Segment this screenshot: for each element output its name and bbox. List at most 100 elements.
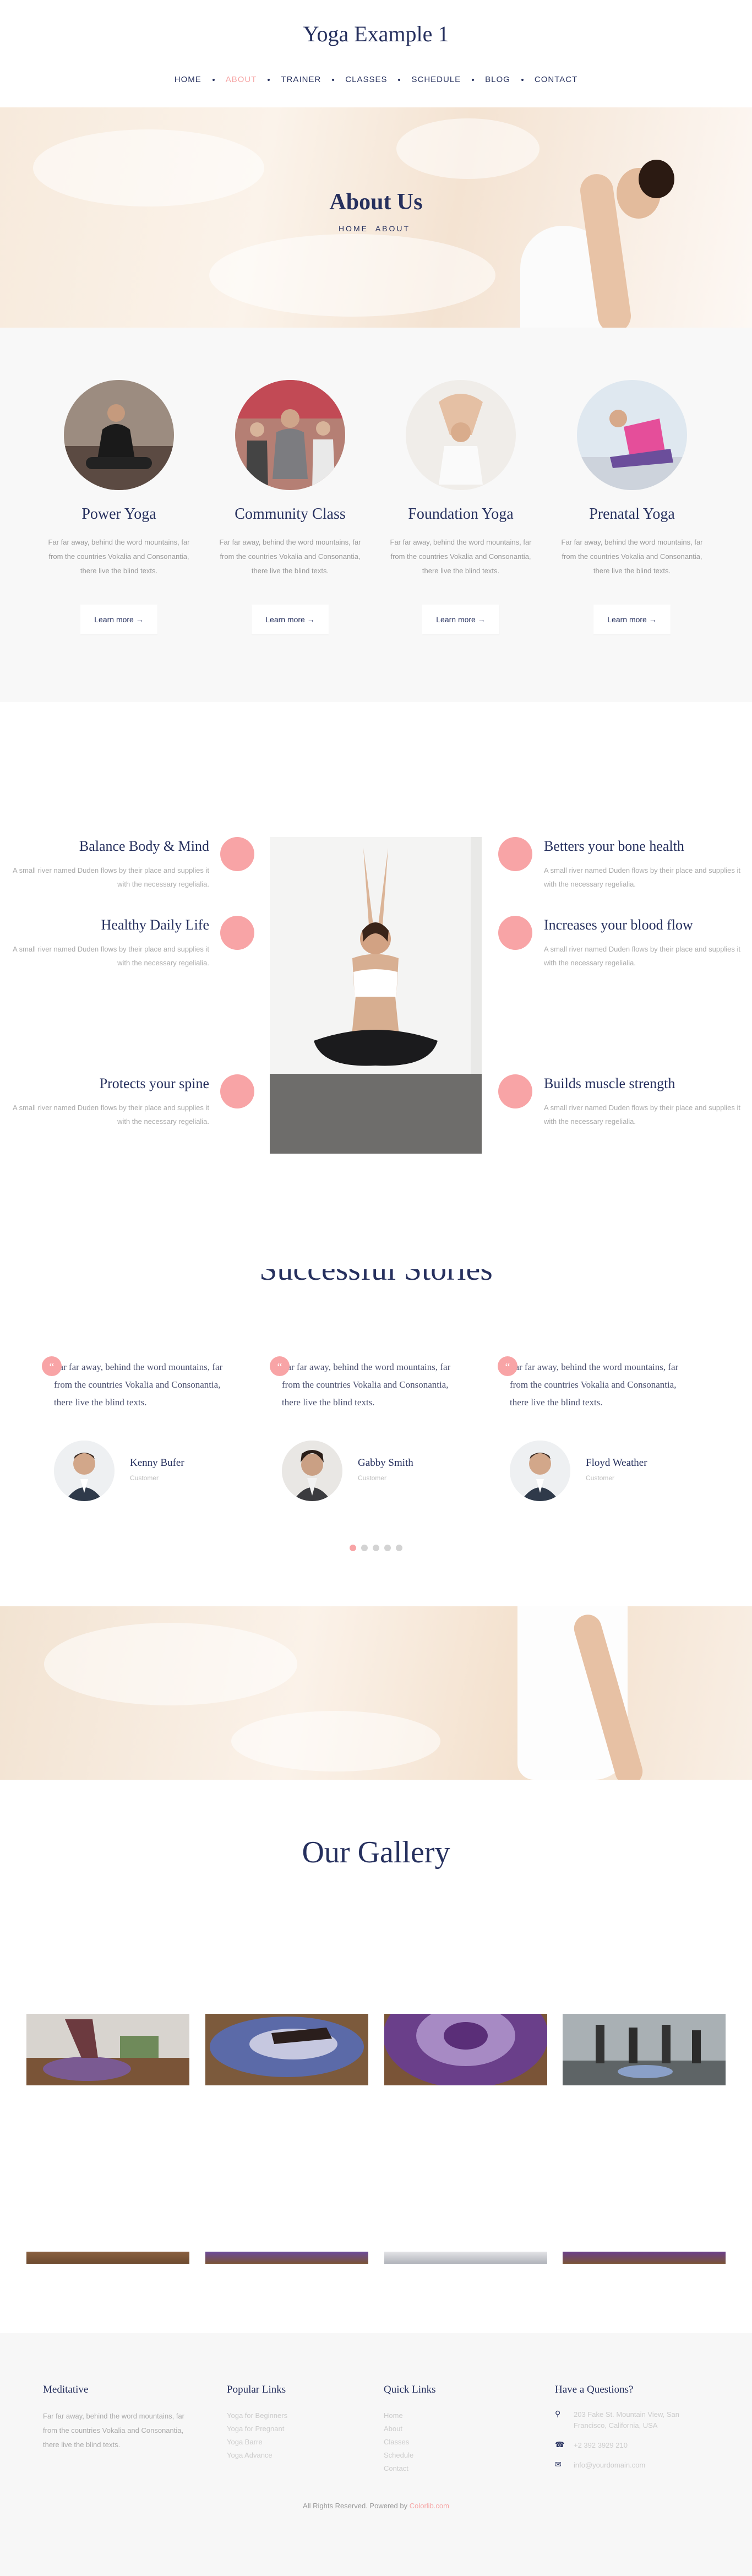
class-description: Far far away, behind the word mountains,… xyxy=(219,538,361,575)
section-title: Our Gallery xyxy=(302,1835,450,1869)
contact-address: ⚲ 203 Fake St. Mountain View, San Franci… xyxy=(555,2409,709,2431)
nav-about[interactable]: ABOUT xyxy=(215,75,268,84)
arrow-right-icon: → xyxy=(135,615,144,624)
carousel-dot[interactable] xyxy=(373,1545,379,1551)
avatar xyxy=(510,1441,570,1501)
footer-heading: Popular Links xyxy=(227,2384,286,2395)
contact-email: ✉ info@yourdomain.com xyxy=(555,2460,709,2471)
email-link[interactable]: info@yourdomain.com xyxy=(574,2460,689,2471)
benefit-description: A small river named Duden flows by their… xyxy=(13,866,209,888)
classes-section: Power Yoga Far far away, behind the word… xyxy=(0,328,752,702)
footer-quick-links: Quick Links Home About Classes Schedule … xyxy=(384,2384,494,2475)
gallery-image[interactable] xyxy=(205,2252,368,2264)
meditation-photo xyxy=(270,837,482,1154)
gallery-image[interactable] xyxy=(205,2014,368,2085)
phone-link[interactable]: +2 392 3929 210 xyxy=(574,2440,689,2451)
footer-link[interactable]: Yoga for Pregnant xyxy=(227,2425,284,2433)
contact-phone: ☎ +2 392 3929 210 xyxy=(555,2440,709,2451)
breadcrumb-home[interactable]: HOME xyxy=(339,224,368,233)
nav-classes[interactable]: CLASSES xyxy=(334,75,398,84)
carousel-dot[interactable] xyxy=(384,1545,391,1551)
footer-link[interactable]: Home xyxy=(384,2411,403,2420)
testimonial-card: “ Far far away, behind the word mountain… xyxy=(270,1356,469,1501)
button-label: Learn more xyxy=(94,615,134,624)
nav-home[interactable]: HOME xyxy=(164,75,212,84)
footer-link[interactable]: Contact xyxy=(384,2464,408,2472)
benefit-title: Increases your blood flow xyxy=(544,917,693,933)
gallery-image[interactable] xyxy=(26,2252,189,2264)
customer-role: Customer xyxy=(358,1474,387,1482)
class-card: Prenatal Yoga Far far away, behind the w… xyxy=(555,380,709,634)
nav-contact[interactable]: CONTACT xyxy=(524,75,588,84)
benefit-dot-icon xyxy=(498,837,532,871)
footer-link[interactable]: About xyxy=(384,2425,402,2433)
main-nav: HOME ABOUT TRAINER CLASSES SCHEDULE BLOG… xyxy=(0,75,752,84)
copyright: All Rights Reserved. Powered by Colorlib… xyxy=(0,2502,752,2510)
footer-link[interactable]: Yoga Barre xyxy=(227,2438,263,2446)
footer-about: Meditative Far far away, behind the word… xyxy=(43,2384,197,2452)
footer-link[interactable]: Classes xyxy=(384,2438,409,2446)
carousel-dot[interactable] xyxy=(350,1545,356,1551)
gallery-image[interactable] xyxy=(384,2252,547,2264)
breadcrumb: HOME ABOUT xyxy=(0,224,752,233)
site-header: Yoga Example 1 HOME ABOUT TRAINER CLASSE… xyxy=(0,0,752,107)
gallery-image[interactable] xyxy=(26,2014,189,2085)
benefit-item: Increases your blood flow A small river … xyxy=(544,916,752,970)
gallery-image[interactable] xyxy=(563,2252,726,2264)
gallery-image[interactable] xyxy=(563,2014,726,2085)
testimonial-card: “ Far far away, behind the word mountain… xyxy=(42,1356,241,1501)
gallery-image[interactable] xyxy=(384,2014,547,2085)
class-photo xyxy=(235,380,345,490)
benefit-title: Balance Body & Mind xyxy=(79,838,209,854)
avatar xyxy=(54,1441,115,1501)
map-marker-icon: ⚲ xyxy=(555,2409,561,2418)
benefit-dot-icon xyxy=(220,916,254,950)
nav-trainer[interactable]: TRAINER xyxy=(270,75,332,84)
quote-icon: “ xyxy=(42,1356,62,1376)
button-label: Learn more xyxy=(436,615,476,624)
powered-by-link[interactable]: Colorlib.com xyxy=(410,2502,449,2510)
nav-schedule[interactable]: SCHEDULE xyxy=(400,75,472,84)
customer-name: Floyd Weather xyxy=(586,1457,647,1469)
testimonial-text: Far far away, behind the word mountains,… xyxy=(282,1362,451,1407)
benefit-item: Betters your bone health A small river n… xyxy=(544,837,752,891)
cloud-shape xyxy=(209,234,495,317)
copyright-text: All Rights Reserved. Powered by xyxy=(303,2502,408,2510)
quote-icon: “ xyxy=(270,1356,290,1376)
parallax-banner xyxy=(0,1606,752,1780)
learn-more-button[interactable]: Learn more → xyxy=(593,605,671,634)
cloud-shape xyxy=(231,1711,440,1771)
class-description: Far far away, behind the word mountains,… xyxy=(561,538,703,575)
learn-more-button[interactable]: Learn more → xyxy=(422,605,499,634)
brand-logo[interactable]: Yoga Example 1 xyxy=(0,21,752,47)
footer-link[interactable]: Schedule xyxy=(384,2451,413,2459)
class-photo xyxy=(577,380,687,490)
carousel-dot[interactable] xyxy=(396,1545,402,1551)
button-label: Learn more xyxy=(607,615,647,624)
footer-link[interactable]: Yoga Advance xyxy=(227,2451,273,2459)
benefit-dot-icon xyxy=(498,1074,532,1108)
footer-heading: Meditative xyxy=(43,2384,89,2395)
class-photo xyxy=(406,380,516,490)
learn-more-button[interactable]: Learn more → xyxy=(252,605,329,634)
benefit-dot-icon xyxy=(498,916,532,950)
quote-icon: “ xyxy=(498,1356,517,1376)
learn-more-button[interactable]: Learn more → xyxy=(80,605,157,634)
cloud-shape xyxy=(44,1623,297,1705)
footer-heading: Have a Questions? xyxy=(555,2384,634,2395)
customer-role: Customer xyxy=(586,1474,615,1482)
benefit-description: A small river named Duden flows by their… xyxy=(544,945,740,967)
address-text: 203 Fake St. Mountain View, San Francisc… xyxy=(574,2410,679,2430)
benefit-item: Healthy Daily Life A small river named D… xyxy=(0,916,209,970)
benefit-item: Protects your spine A small river named … xyxy=(0,1074,209,1128)
footer-link[interactable]: Yoga for Beginners xyxy=(227,2411,287,2420)
class-name: Power Yoga xyxy=(81,506,156,523)
testimonial-text: Far far away, behind the word mountains,… xyxy=(54,1362,223,1407)
benefit-title: Builds muscle strength xyxy=(544,1075,675,1091)
footer-popular-links: Popular Links Yoga for Beginners Yoga fo… xyxy=(227,2384,337,2462)
section-title: Successful Stories xyxy=(0,1269,752,1287)
gallery-section: Our Gallery xyxy=(0,1780,752,2333)
nav-blog[interactable]: BLOG xyxy=(474,75,521,84)
benefit-title: Betters your bone health xyxy=(544,838,684,854)
carousel-dot[interactable] xyxy=(361,1545,368,1551)
